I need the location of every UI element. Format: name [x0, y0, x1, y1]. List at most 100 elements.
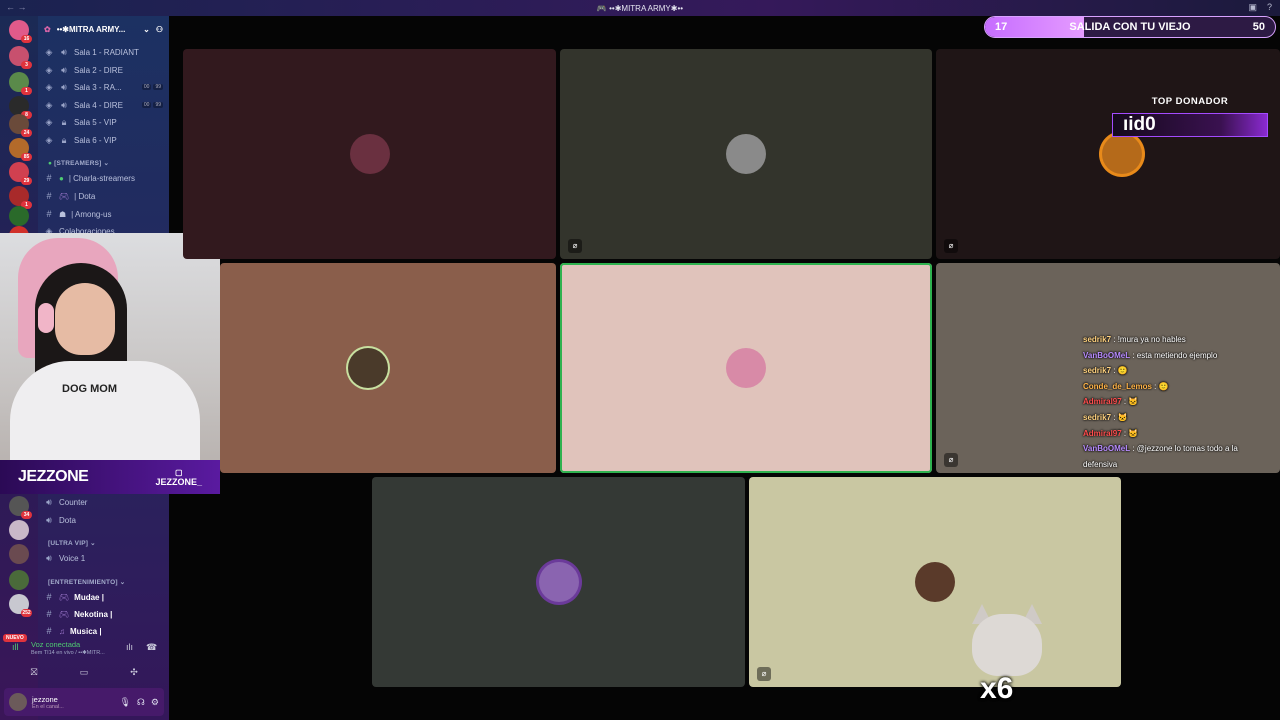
- participant-tile[interactable]: [372, 477, 745, 687]
- hash-icon: #: [46, 626, 52, 636]
- voice-channel[interactable]: ◈ 🔒︎ Sala 6 - VIP: [44, 132, 163, 148]
- channel-name: Sala 5 - VIP: [74, 117, 117, 127]
- category-streamers[interactable]: ● [STREAMERS] ⌄: [48, 159, 109, 167]
- channel-name: Sala 1 - RADIANT: [74, 47, 139, 57]
- voice-channel[interactable]: 🔊︎ Counter: [44, 494, 163, 510]
- noise-suppression-icon[interactable]: ılı: [126, 642, 133, 652]
- emote-multiplier: x6: [980, 672, 1014, 705]
- screen-share-icon[interactable]: ▭: [64, 664, 104, 680]
- hash-icon: #: [46, 609, 52, 619]
- text-channel[interactable]: # ☗ | Among-us: [44, 206, 163, 222]
- twitch-icon: ▢: [174, 467, 183, 477]
- server-icon[interactable]: 85: [9, 138, 32, 161]
- chat-username: Admiral97: [1083, 397, 1122, 407]
- voice-channel[interactable]: ◈ 🔊︎ Sala 2 - DIRE: [44, 62, 163, 78]
- signal-icon: ıll: [12, 642, 19, 652]
- channel-name: Sala 4 - DIRE: [74, 100, 123, 110]
- hash-icon: #: [46, 173, 52, 183]
- avatar: [1101, 134, 1142, 174]
- voice-channel[interactable]: ◈ 🔒︎ Sala 5 - VIP: [44, 114, 163, 130]
- server-icon[interactable]: 3: [9, 46, 32, 69]
- user-status: En el canal...: [32, 703, 64, 710]
- mention-badge: 85: [21, 153, 32, 161]
- speaker-icon: 🔊︎: [61, 46, 67, 57]
- user-limit-tags: 00 99: [141, 84, 163, 90]
- hash-icon: #: [46, 592, 52, 602]
- gamepad-icon: 🎮︎: [59, 609, 70, 619]
- server-icon[interactable]: [9, 206, 29, 226]
- lock-icon: ◈: [45, 81, 53, 92]
- server-icon[interactable]: 252: [9, 594, 32, 617]
- chat-bubble-icon: ●: [59, 173, 64, 183]
- chat-text: : 🐱: [1121, 397, 1139, 407]
- server-icon[interactable]: 1: [9, 186, 32, 209]
- green-dot-icon: ●: [48, 160, 53, 167]
- channel-name: Musica |: [70, 626, 102, 636]
- chat-text: : 🙂: [1151, 381, 1169, 391]
- text-channel[interactable]: # ● | Charla-streamers: [44, 170, 163, 186]
- mention-badge: 1: [21, 87, 32, 95]
- server-icon[interactable]: 29: [9, 162, 32, 185]
- guild-header[interactable]: ✿ ••✱MITRA ARMY... ⌄ ⚇: [38, 16, 169, 42]
- mention-badge: 24: [21, 129, 32, 137]
- help-icon[interactable]: ?: [1267, 2, 1272, 13]
- person-add-icon[interactable]: ⚇: [156, 25, 163, 34]
- server-icon[interactable]: 1: [9, 72, 32, 95]
- streamer-hoodie: [10, 361, 200, 463]
- microphone-icon[interactable]: 🎙︎: [119, 697, 130, 708]
- participant-tile[interactable]: ⌀: [936, 49, 1280, 259]
- participant-tile[interactable]: [220, 263, 556, 473]
- user-limit-tags: 00 99: [141, 102, 163, 108]
- muted-mic-icon: ⌀: [944, 453, 958, 467]
- top-donor-widget: TOP DONADOR ıid0: [1112, 96, 1268, 137]
- voice-channel[interactable]: ◈ 🔊︎ Sala 1 - RADIANT: [44, 44, 163, 60]
- server-icon[interactable]: [9, 570, 29, 590]
- server-icon[interactable]: 34: [9, 496, 32, 519]
- hoodie-text: DOG MOM: [62, 383, 117, 395]
- server-icon[interactable]: 16: [9, 20, 32, 43]
- chat-message: VanBoOMeL : esta metiendo ejemplo: [1083, 348, 1273, 364]
- deafened-icon: ⌀: [944, 239, 958, 253]
- avatar[interactable]: [9, 693, 27, 711]
- gamepad-icon: 🎮︎: [59, 191, 70, 201]
- padlock-icon: 🔒︎: [61, 134, 67, 145]
- text-channel[interactable]: # 🎮︎ Mudae |: [44, 589, 163, 605]
- participant-tile-speaking[interactable]: [560, 263, 932, 473]
- participant-tile[interactable]: ⌀: [560, 49, 932, 259]
- channel-name: | Among-us: [71, 209, 112, 219]
- goal-progress-bar: 17 50 SALIDA CON TU VIEJO: [984, 16, 1276, 38]
- voice-channel[interactable]: ◈ 🔊︎ Sala 4 - DIRE 00 99: [44, 97, 163, 113]
- category-ultra-vip[interactable]: [ULTRA VIP] ⌄: [48, 539, 96, 547]
- voice-status-title: Voz conectada: [31, 640, 81, 649]
- voice-channel[interactable]: 🔊︎ Voice 1: [44, 550, 163, 566]
- voice-status-subtitle: Bem TI14 en vivo / ••✱MITR...: [31, 650, 105, 656]
- server-icon[interactable]: [9, 544, 29, 564]
- text-channel[interactable]: # 🎮︎ Nekotina |: [44, 606, 163, 622]
- channel-name: Voice 1: [59, 553, 86, 563]
- server-icon[interactable]: 8: [9, 96, 32, 119]
- participant-tile[interactable]: [183, 49, 556, 259]
- top-donor-name: ıid0: [1112, 113, 1268, 137]
- goal-title: SALIDA CON TU VIEJO: [1069, 21, 1191, 33]
- gear-icon[interactable]: ⚙: [151, 697, 159, 708]
- guild-icon: ✿: [44, 24, 51, 34]
- voice-channel[interactable]: ◈ 🔊︎ Sala 3 - RA... 00 99: [44, 79, 163, 95]
- text-channel[interactable]: # 🎮︎ | Dota: [44, 188, 163, 204]
- headphones-icon[interactable]: ☊: [137, 697, 145, 708]
- voice-channel[interactable]: 🔊︎ Dota: [44, 512, 163, 528]
- chevron-down-icon: ⌄: [143, 24, 150, 34]
- disconnect-icon[interactable]: ☎: [146, 642, 157, 653]
- camera-off-icon[interactable]: ⛝: [14, 664, 54, 680]
- inbox-icon[interactable]: ▣: [1248, 2, 1257, 13]
- user-controls: 🎙︎ ☊ ⚙: [119, 697, 159, 708]
- server-icon[interactable]: [9, 520, 29, 540]
- top-donor-label: TOP DONADOR: [1151, 96, 1229, 107]
- back-arrow-icon[interactable]: ← →: [6, 2, 27, 12]
- deafened-icon: ⌀: [757, 667, 771, 681]
- activities-icon[interactable]: ✣: [114, 664, 154, 680]
- chat-message: Admiral97 : 🐱: [1083, 394, 1273, 410]
- category-entretenimiento[interactable]: [ENTRETENIMIENTO] ⌄: [48, 578, 125, 586]
- server-icon[interactable]: 24: [9, 114, 32, 137]
- channel-name: Sala 6 - VIP: [74, 135, 117, 145]
- participant-tile[interactable]: ⌀: [749, 477, 1121, 687]
